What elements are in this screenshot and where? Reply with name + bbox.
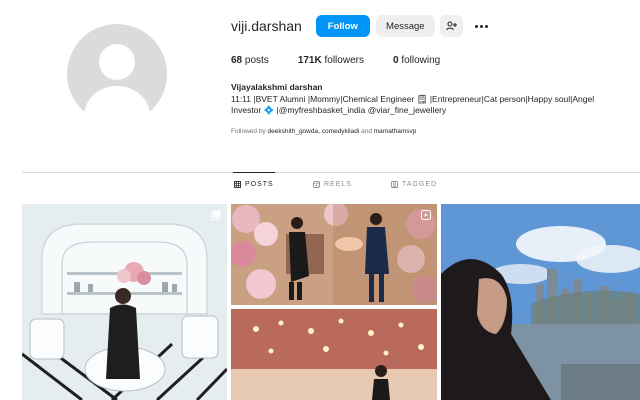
follow-button[interactable]: Follow [315, 15, 370, 37]
followed-by-names[interactable]: deekshith_gowda, comedykiladi [268, 128, 360, 135]
post-thumbnail[interactable] [441, 204, 640, 400]
post-image [231, 204, 437, 305]
active-tab-indicator [233, 172, 275, 173]
following-count: 0 [392, 55, 399, 66]
followers-label: followers [324, 55, 364, 66]
tag-icon [391, 181, 398, 188]
add-user-icon [446, 21, 457, 31]
grid-icon [234, 181, 241, 188]
tab-tagged-label: TAGGED [402, 181, 438, 188]
multiple-photos-icon [211, 210, 221, 220]
post-thumbnail[interactable] [231, 204, 437, 305]
post-thumbnail[interactable] [231, 309, 437, 400]
post-image [22, 204, 227, 400]
posts-stat: 68 posts [231, 55, 269, 66]
post-image [441, 204, 640, 400]
tab-posts[interactable]: POSTS [234, 181, 274, 188]
profile-username: viji.darshan [231, 18, 302, 34]
profile-header-row: viji.darshan Follow Message [231, 14, 492, 38]
add-user-button[interactable] [439, 15, 463, 37]
tab-posts-label: POSTS [245, 181, 274, 188]
profile-full-name: Vijayalakshmi darshan [231, 82, 323, 92]
post-image [231, 309, 437, 400]
message-button[interactable]: Message [375, 15, 435, 37]
reel-icon [421, 210, 431, 220]
followers-count: 171K [297, 55, 322, 66]
profile-tabs: POSTS REELS TAGGED [0, 181, 640, 193]
tabs-divider [22, 172, 640, 173]
avatar-placeholder-body [84, 86, 150, 124]
followed-by-last[interactable]: mamathamsvp [374, 128, 417, 135]
followers-stat[interactable]: 171K followers [298, 55, 364, 66]
avatar-placeholder-head [99, 44, 135, 80]
profile-avatar[interactable] [67, 24, 167, 124]
followed-by[interactable]: Followed by deekshith_gowda, comedykilad… [231, 128, 416, 135]
reels-icon [313, 181, 320, 188]
bio-line-1: 11:11 |BVET Alumni |Mommy|Chemical Engin… [231, 94, 595, 104]
tab-tagged[interactable]: TAGGED [391, 181, 437, 188]
tab-reels-label: REELS [324, 181, 352, 188]
bio-line-2[interactable]: Investor 💠 |@myfreshbasket_india @viar_f… [231, 105, 631, 116]
profile-stats: 68 posts 171K followers 0 following [231, 55, 469, 66]
followed-by-and: and [361, 128, 372, 135]
posts-count: 68 [231, 55, 243, 66]
following-label: following [401, 55, 441, 66]
more-options-icon[interactable] [471, 21, 492, 32]
posts-label: posts [244, 55, 269, 66]
following-stat[interactable]: 0 following [393, 55, 440, 66]
profile-bio: 11:11 |BVET Alumni |Mommy|Chemical Engin… [231, 94, 631, 116]
followed-by-prefix: Followed by [231, 128, 266, 135]
tab-reels[interactable]: REELS [313, 181, 352, 188]
post-thumbnail[interactable] [22, 204, 227, 400]
